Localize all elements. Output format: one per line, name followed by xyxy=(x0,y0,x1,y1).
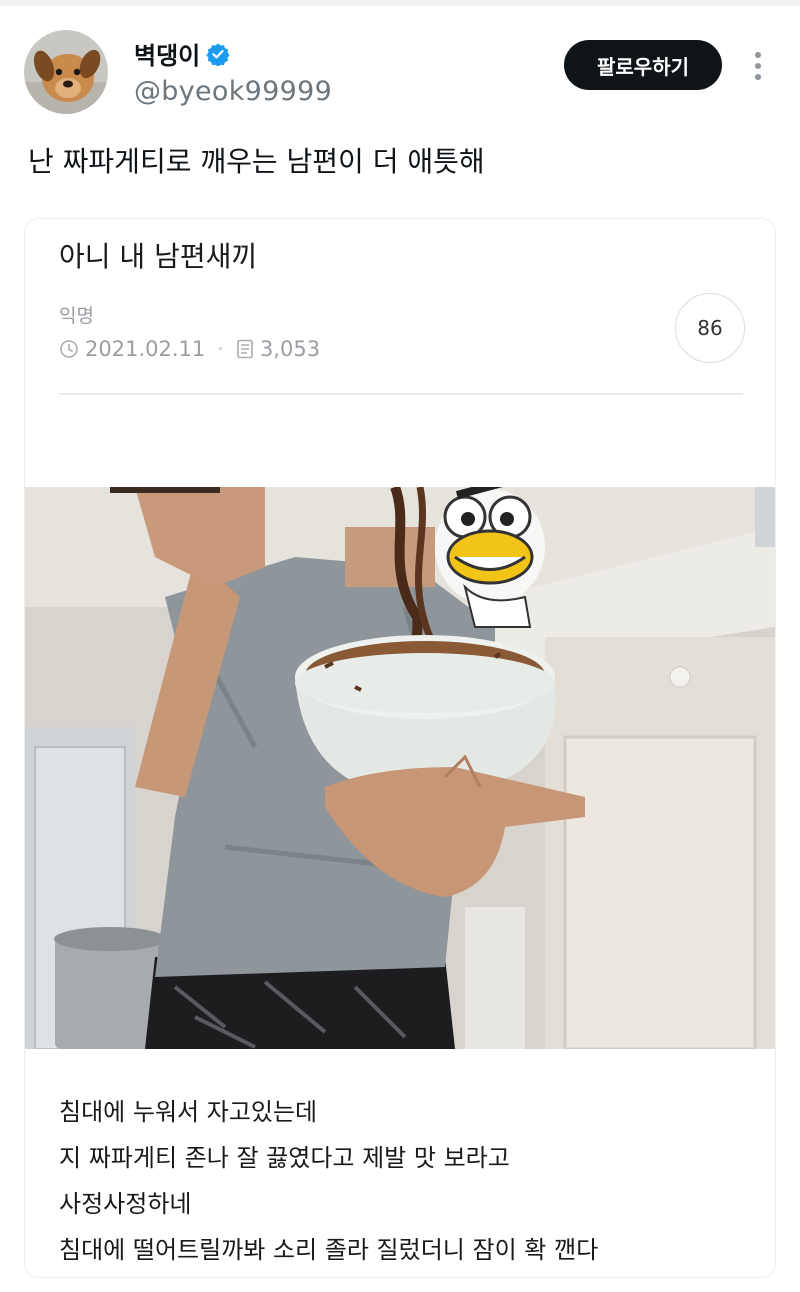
document-icon xyxy=(236,339,254,359)
display-name[interactable]: 벽댕이 xyxy=(134,36,200,71)
post-body-line: 침대에 떨어트릴까봐 소리 졸라 질렀더니 잠이 확 깬다 xyxy=(59,1236,599,1264)
user-handle[interactable]: @byeok99999 xyxy=(134,76,332,107)
avatar[interactable] xyxy=(24,30,108,114)
post-body-line: 지 짜파게티 존나 잘 끓였다고 제발 맛 보라고 xyxy=(59,1144,510,1172)
verified-badge-icon xyxy=(206,42,230,67)
comment-count-badge[interactable]: 86 xyxy=(675,293,745,363)
post-views: 3,053 xyxy=(259,337,321,361)
post-date: 2021.02.11 xyxy=(85,337,206,361)
quoted-post-card[interactable]: 아니 내 남편새끼 익명 2021.02.11 · 3,053 86 침대에 누… xyxy=(24,218,776,1278)
top-divider xyxy=(0,0,800,6)
post-meta: 2021.02.11 · 3,053 xyxy=(59,337,320,361)
clock-icon xyxy=(59,339,79,359)
meta-separator: · xyxy=(217,337,224,361)
post-photo[interactable] xyxy=(25,487,775,1049)
post-body-line: 사정사정하네 xyxy=(59,1190,192,1218)
post-body-line: 침대에 누워서 자고있는데 xyxy=(59,1098,318,1126)
post-author: 익명 xyxy=(59,305,94,327)
tweet-header: 벽댕이 @byeok99999 팔로우하기 xyxy=(24,30,776,114)
more-vertical-icon[interactable] xyxy=(752,50,764,84)
card-divider xyxy=(59,393,743,395)
name-row: 벽댕이 xyxy=(134,36,230,71)
tweet-text: 난 짜파게티로 깨우는 남편이 더 애틋해 xyxy=(28,145,485,178)
post-body: 침대에 누워서 자고있는데 지 짜파게티 존나 잘 끓였다고 제발 맛 보라고 … xyxy=(59,1089,598,1273)
follow-button[interactable]: 팔로우하기 xyxy=(564,40,722,90)
post-title: 아니 내 남편새끼 xyxy=(59,240,258,273)
